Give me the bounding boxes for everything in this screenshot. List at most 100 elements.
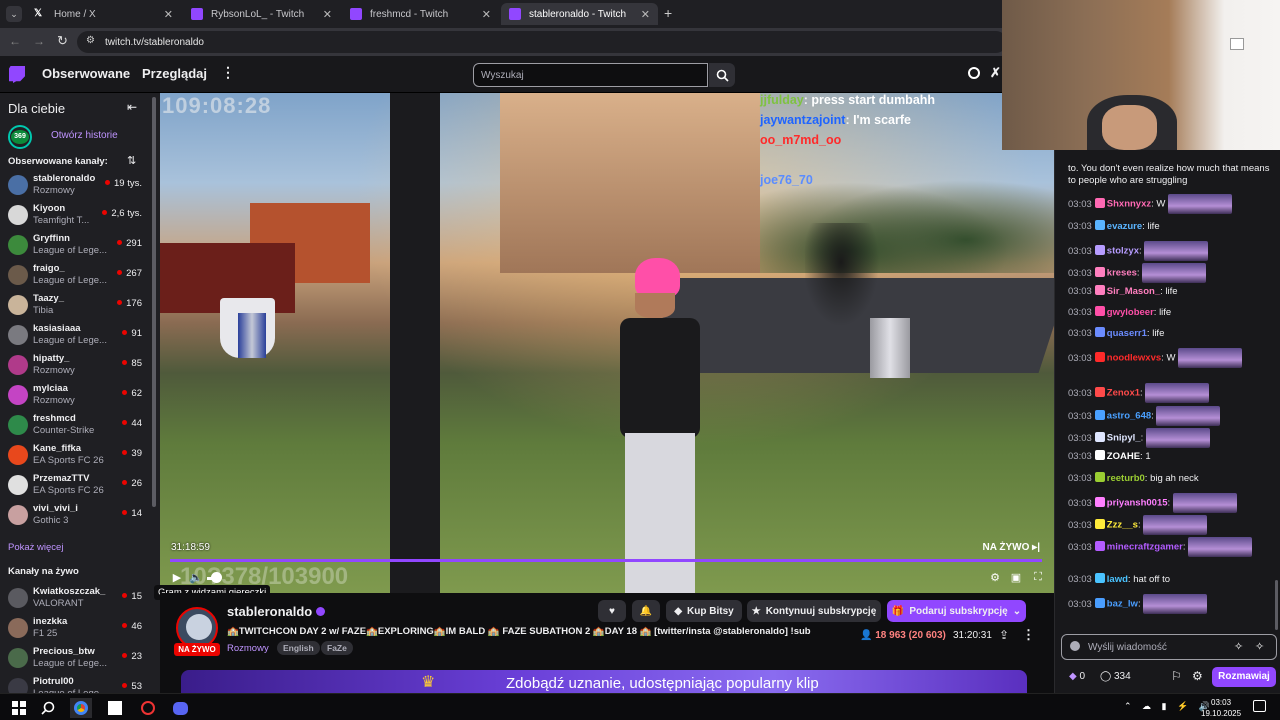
sidebar-channel[interactable]: hipatty_ Rozmowy 85: [0, 350, 150, 380]
chat-message[interactable]: 03:03 ZOAHE: 1: [1068, 450, 1276, 463]
chat-send-button[interactable]: Rozmawiaj: [1212, 667, 1276, 687]
back-icon[interactable]: ←: [9, 34, 21, 48]
sidebar-channel[interactable]: kasiasiaaa League of Lege... 91: [0, 320, 150, 350]
chat-username[interactable]: ZOAHE: [1107, 451, 1140, 462]
chat-username[interactable]: priyansh0015: [1107, 498, 1168, 509]
chat-message[interactable]: 03:03 gwylobeer: life: [1068, 306, 1276, 319]
sidebar-channel[interactable]: Taazy_ Tibia 176: [0, 290, 150, 320]
sidebar-channel[interactable]: Gryffinn League of Lege... 291: [0, 230, 150, 260]
follow-button[interactable]: ♥: [598, 600, 626, 622]
sidebar-channel[interactable]: freshmcd Counter-Strike 44: [0, 410, 150, 440]
search-button[interactable]: [709, 63, 735, 87]
tab-list-button[interactable]: ⌄: [6, 6, 22, 22]
chat-message[interactable]: 03:03 minecraftzgamer:: [1068, 537, 1276, 557]
live-indicator[interactable]: NA ŻYWO ▸|: [983, 542, 1040, 553]
gift-sub-button[interactable]: 🎁 Podaruj subskrypcję ⌄: [887, 600, 1026, 622]
sidebar-channel[interactable]: Kiyoon Teamfight T... 2,6 tys.: [0, 200, 150, 230]
continue-sub-button[interactable]: ★ Kontynuuj subskrypcję: [747, 600, 881, 622]
bits-cheer-icon[interactable]: ✧: [1255, 640, 1264, 653]
channel-name[interactable]: stableronaldo: [227, 604, 325, 619]
tab-rybson[interactable]: RybsonLoL_ - Twitch ✕: [183, 3, 340, 25]
chat-username[interactable]: noodlewxvs: [1107, 353, 1161, 364]
close-icon[interactable]: ✕: [323, 8, 332, 21]
close-icon[interactable]: ✕: [641, 8, 650, 21]
sidebar-channel[interactable]: Precious_btw League of Lege... 23: [0, 643, 150, 673]
sidebar-channel[interactable]: inezkka F1 25 46: [0, 613, 150, 643]
forward-icon[interactable]: →: [33, 34, 45, 48]
chat-input[interactable]: Wyślij wiadomość ✧ ✧: [1061, 634, 1277, 660]
share-icon[interactable]: ⇪: [999, 628, 1009, 642]
file-explorer-icon[interactable]: [104, 698, 126, 718]
emote-picker-icon[interactable]: ✧: [1234, 640, 1243, 653]
fullscreen-icon[interactable]: ⛶: [1031, 571, 1045, 585]
volume-thumb[interactable]: [211, 572, 222, 583]
chrome-icon[interactable]: [70, 698, 92, 718]
clock[interactable]: 03:03 19.10.2025: [1201, 697, 1241, 719]
chat-message[interactable]: 03:03 Shxnnyxz: W: [1068, 194, 1276, 214]
sidebar-channel[interactable]: Piotrul00League of Lege...53: [0, 673, 150, 693]
chat-username[interactable]: Zenox1: [1107, 388, 1140, 399]
progress-bar[interactable]: [170, 559, 1042, 562]
new-tab-button[interactable]: +: [664, 5, 672, 21]
search-input[interactable]: Wyszukaj: [473, 63, 708, 87]
sidebar-channel[interactable]: stableronaldo Rozmowy 19 tys.: [0, 170, 150, 200]
sidebar-channel[interactable]: fraigo_ League of Lege... 267: [0, 260, 150, 290]
more-options-icon[interactable]: ⋮: [221, 64, 235, 81]
chat-message[interactable]: 03:03 Zzz__s:: [1068, 515, 1276, 535]
notifications-icon[interactable]: [968, 67, 980, 79]
clip-promo-banner[interactable]: ♛ Zdobądź uznanie, udostępniając popular…: [181, 670, 1027, 693]
sort-icon[interactable]: ⇅: [127, 154, 136, 167]
chat-username[interactable]: lawd: [1107, 574, 1128, 585]
chat-message[interactable]: 03:03 Snipyl_:: [1068, 428, 1276, 448]
tab-freshmcd[interactable]: freshmcd - Twitch ✕: [342, 3, 499, 25]
chat-username[interactable]: reeturb0: [1107, 473, 1145, 484]
tab-stableronaldo[interactable]: stableronaldo - Twitch ✕: [501, 3, 658, 25]
chat-username[interactable]: kreses: [1107, 268, 1137, 279]
bits-balance[interactable]: ◆ 0: [1069, 671, 1085, 682]
channel-points[interactable]: ◯ 334: [1100, 671, 1131, 682]
chat-message[interactable]: 03:03 reeturb0: big ah neck: [1068, 472, 1276, 485]
chat-message[interactable]: 03:03 noodlewxvs: W: [1068, 348, 1276, 368]
play-icon[interactable]: ▶: [170, 571, 184, 585]
stories-ring[interactable]: 369: [8, 125, 32, 149]
discord-icon[interactable]: [169, 698, 191, 718]
chat-settings-icon[interactable]: ⚙: [1192, 669, 1203, 683]
sidebar-scrollbar[interactable]: [152, 97, 156, 507]
chat-username[interactable]: astro_648: [1107, 411, 1151, 422]
video-player[interactable]: 109:08:28 jjfulday: press start dumbahh j…: [160, 93, 1054, 593]
sidebar-channel[interactable]: PrzemazTTV EA Sports FC 26 26: [0, 470, 150, 500]
notification-center-icon[interactable]: [1253, 700, 1266, 712]
chat-message[interactable]: 03:03 astro_648:: [1068, 406, 1276, 426]
more-icon[interactable]: ⋮: [1022, 627, 1035, 643]
sidebar-channel[interactable]: Kwiatkoszczak_ VALORANT 15: [0, 583, 150, 613]
chat-message[interactable]: 03:03 evazure: life: [1068, 220, 1276, 233]
chat-username[interactable]: Shxnnyxz: [1107, 199, 1151, 210]
volume-icon[interactable]: 🔈: [189, 571, 203, 585]
site-info-icon[interactable]: ⚙: [86, 35, 95, 46]
theatre-mode-icon[interactable]: ▣: [1009, 571, 1023, 585]
chat-username[interactable]: Zzz__s: [1107, 520, 1138, 531]
open-stories-link[interactable]: Otwórz historie: [51, 130, 118, 141]
nav-following[interactable]: Obserwowane: [42, 66, 130, 81]
chat-username[interactable]: evazure: [1107, 221, 1142, 232]
chat-username[interactable]: baz_lw: [1107, 599, 1138, 610]
chat-username[interactable]: Snipyl_: [1107, 433, 1141, 444]
chat-scrollbar[interactable]: [1275, 580, 1278, 630]
chat-username[interactable]: Sir_Mason_: [1107, 286, 1160, 297]
search-icon[interactable]: [37, 698, 59, 718]
tag-english[interactable]: English: [277, 641, 320, 655]
settings-icon[interactable]: ⚙: [988, 571, 1002, 585]
windows-start-icon[interactable]: [8, 698, 30, 718]
close-icon[interactable]: ✕: [482, 8, 491, 21]
app-icon[interactable]: [137, 698, 159, 718]
chat-message[interactable]: 03:03 baz_lw:: [1068, 594, 1276, 614]
close-icon[interactable]: ✕: [164, 8, 173, 21]
chat-message[interactable]: 03:03 quaserr1: life: [1068, 327, 1276, 340]
nav-browse[interactable]: Przeglądaj: [142, 66, 207, 81]
tag-faze[interactable]: FaZe: [321, 641, 353, 655]
chat-message[interactable]: 03:03 stolzyx:: [1068, 241, 1276, 261]
chat-username[interactable]: stolzyx: [1107, 246, 1139, 257]
prediction-icon[interactable]: ⚐: [1171, 669, 1182, 683]
crown-icon[interactable]: ✗: [990, 65, 1001, 81]
chat-username[interactable]: gwylobeer: [1107, 307, 1154, 318]
